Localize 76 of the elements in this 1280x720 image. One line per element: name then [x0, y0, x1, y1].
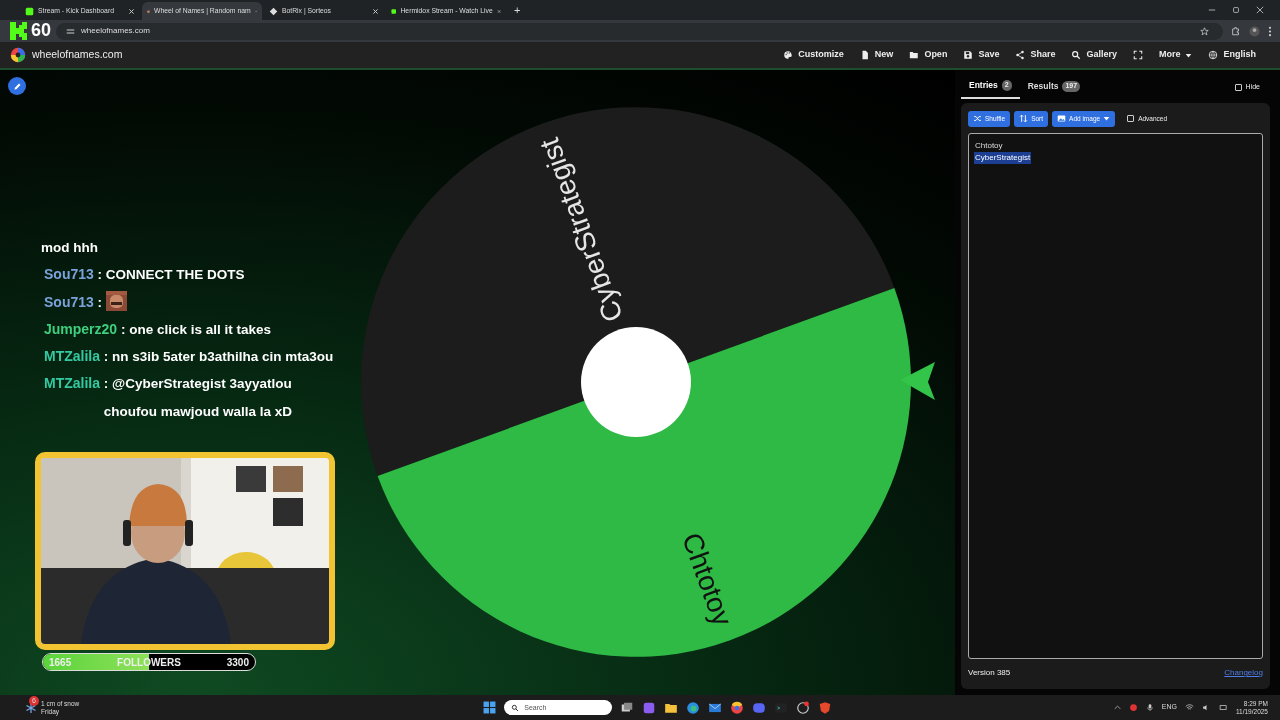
chat-username: Jumperz20 — [44, 320, 118, 337]
wheel-segment[interactable] — [361, 107, 895, 477]
search-icon — [1071, 50, 1082, 60]
pencil-icon — [12, 81, 22, 91]
image-icon — [1057, 114, 1067, 124]
chat-username: MTZalila — [44, 348, 100, 365]
globe-icon — [1208, 50, 1219, 60]
current-count: 1665 — [49, 655, 72, 670]
shuffle-icon — [973, 114, 982, 124]
spin-button[interactable] — [581, 327, 691, 437]
logo-icon — [10, 47, 26, 63]
star-icon[interactable] — [1200, 26, 1209, 36]
pointer-icon — [900, 362, 935, 400]
menu-item[interactable]: New — [851, 48, 902, 62]
changelog-link[interactable]: Changelog — [1224, 667, 1263, 679]
microphone-icon[interactable] — [1145, 703, 1154, 712]
share-icon — [1015, 50, 1026, 60]
logo-icon — [9, 20, 27, 41]
chat-message: mod hhh — [41, 240, 98, 255]
chat-message: : @CyberStrategist 3ayyatlou choufou mawjoud walla la xD — [103, 375, 294, 421]
close-icon[interactable] — [372, 7, 379, 15]
save-icon — [963, 50, 974, 60]
start-icon[interactable] — [483, 701, 497, 714]
version-text: Version 385 — [968, 667, 1011, 679]
caret-icon — [1185, 51, 1193, 59]
battery-icon[interactable] — [1218, 703, 1228, 712]
app-icon[interactable] — [796, 700, 811, 715]
task-view-icon[interactable] — [620, 700, 635, 715]
folder-icon — [909, 50, 920, 60]
palette-icon — [783, 50, 794, 60]
extension-icon[interactable] — [1231, 26, 1241, 36]
menu-item[interactable]: Customize — [775, 48, 852, 62]
menu-item[interactable]: English — [1200, 48, 1264, 62]
chat-message: : CONNECT THE DOTS — [97, 266, 245, 285]
chevron-up-icon[interactable] — [1113, 704, 1121, 711]
favicon-icon — [25, 6, 34, 16]
edit-button[interactable] — [8, 77, 26, 95]
new-tab-button[interactable]: + — [508, 1, 527, 20]
mail-icon[interactable] — [708, 700, 723, 715]
app-icon[interactable] — [642, 700, 657, 715]
chat-message: : — [97, 294, 103, 310]
chat-app-icon[interactable] — [752, 700, 767, 715]
browser-icon[interactable] — [730, 700, 745, 715]
wifi-icon[interactable] — [1184, 703, 1194, 712]
goal-label: FOLLOWERS — [117, 655, 181, 670]
chat-username: Sou713 — [44, 266, 94, 283]
minimize-icon[interactable] — [1208, 6, 1216, 14]
favicon-icon — [269, 6, 278, 16]
address-bar[interactable]: wheelofnames.com — [56, 22, 1223, 40]
fullscreen-icon — [1132, 50, 1143, 60]
chat-username: MTZalila — [44, 375, 100, 392]
viewer-count: 60 — [31, 19, 52, 42]
sort-icon — [1019, 114, 1029, 124]
menu-item[interactable]: Open — [901, 48, 956, 62]
site-title[interactable]: wheelofnames.com — [32, 47, 123, 63]
url-text: wheelofnames.com — [81, 25, 150, 37]
menu-icon[interactable] — [1268, 25, 1272, 37]
close-icon[interactable] — [1256, 6, 1264, 14]
chat-message: : nn s3ib 5ater b3athilha cin mta3ou — [103, 348, 334, 367]
profile-icon[interactable] — [1249, 25, 1260, 37]
site-info-icon — [66, 26, 75, 36]
browser-icon[interactable] — [686, 700, 701, 715]
restore-icon[interactable] — [1232, 6, 1240, 14]
menu-item[interactable]: More — [1150, 48, 1201, 62]
entry-line: Chtotoy — [974, 139, 1004, 152]
shield-icon[interactable] — [818, 700, 833, 715]
menu-item[interactable]: Gallery — [1063, 48, 1125, 62]
entries-textarea[interactable]: Chtotoy CyberStrategist — [968, 132, 1263, 659]
chat-username: Sou713 — [44, 293, 94, 310]
menu-item[interactable]: Save — [955, 48, 1008, 62]
favicon-icon — [391, 6, 397, 16]
close-icon[interactable] — [128, 7, 135, 15]
goal-count: 3300 — [226, 655, 249, 670]
segment-label: Chtotoy — [676, 528, 739, 630]
chat-message: : one click is all it takes — [120, 320, 271, 339]
menu-item[interactable]: Share — [1007, 48, 1064, 62]
